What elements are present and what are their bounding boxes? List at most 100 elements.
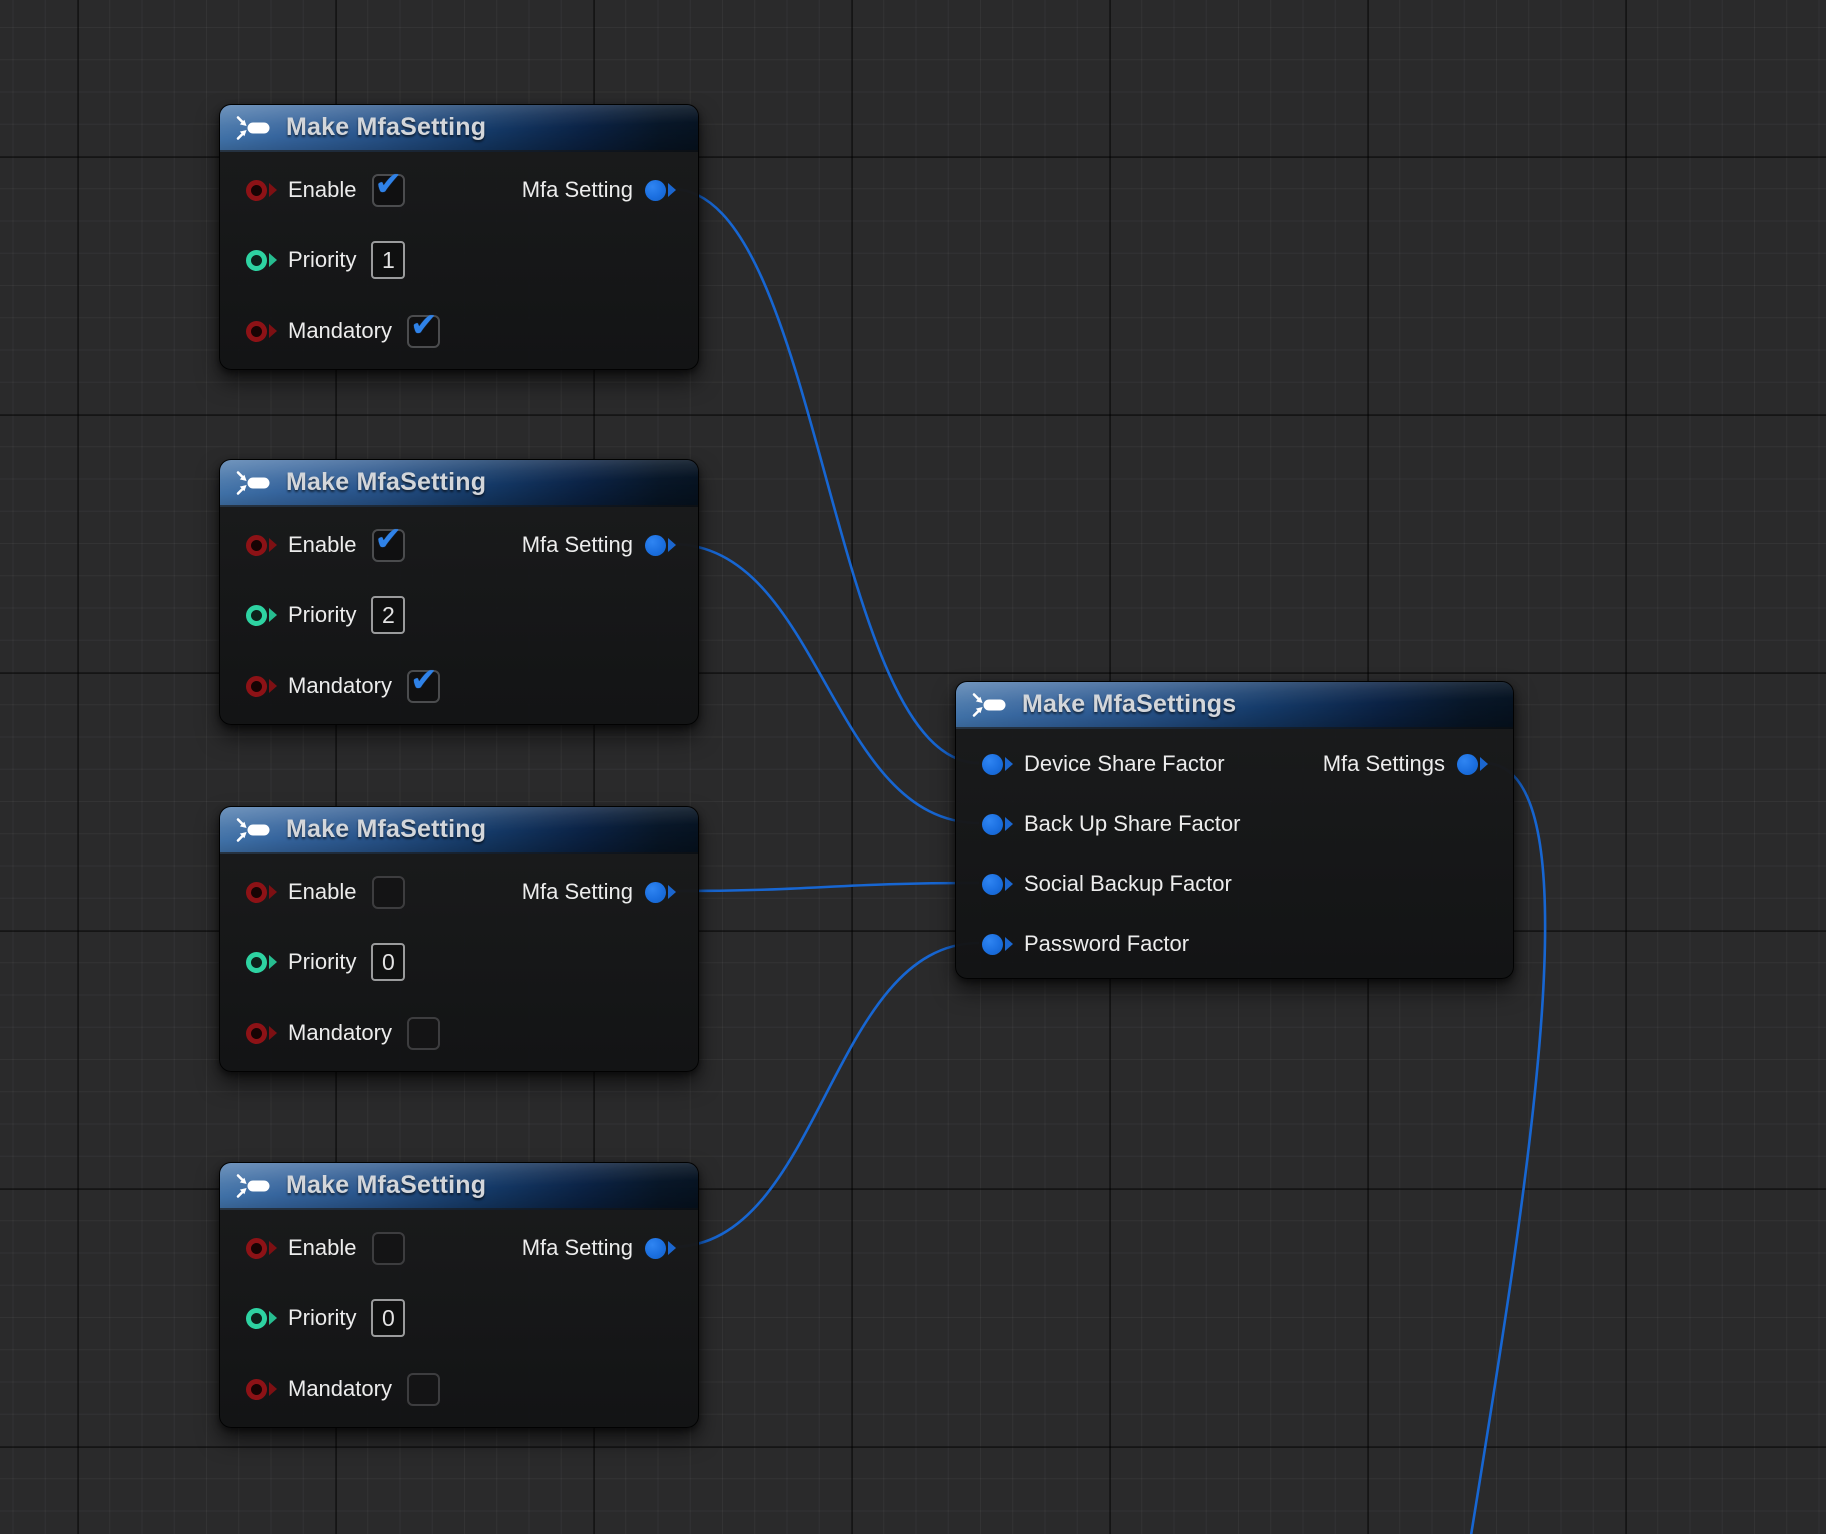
mandatory-pin[interactable] xyxy=(246,1023,276,1044)
node-header[interactable]: Make MfaSetting xyxy=(220,807,698,854)
pin-label-mfa-settings: Mfa Settings xyxy=(1323,751,1445,777)
wire-n3-mfa-setting[interactable] xyxy=(672,883,979,891)
blueprint-graph-canvas[interactable]: Make MfaSettingEnable✔Priority1Mandatory… xyxy=(0,0,1826,1534)
priority-input[interactable]: 0 xyxy=(371,943,405,981)
enable-checkbox[interactable]: ✔ xyxy=(372,174,405,207)
input-row-social-backup-factor: Social Backup Factor xyxy=(982,867,1232,901)
node-make-mfasetting-n4[interactable]: Make MfaSettingEnable✔Priority0Mandatory… xyxy=(219,1162,699,1428)
wire-n1-mfa-setting[interactable] xyxy=(672,189,979,763)
input-row-device-share-factor: Device Share Factor xyxy=(982,747,1225,781)
priority-input[interactable]: 2 xyxy=(371,596,405,634)
pin-label-enable: Enable xyxy=(288,177,357,203)
input-row-priority: Priority 0 xyxy=(246,945,405,979)
mandatory-checkbox[interactable]: ✔ xyxy=(407,1373,440,1406)
priority-input[interactable]: 1 xyxy=(371,241,405,279)
social-backup-factor-pin[interactable] xyxy=(982,874,1012,895)
input-row-priority: Priority2 xyxy=(246,598,405,632)
checkmark-icon: ✔ xyxy=(410,663,438,696)
input-row-priority: Priority1 xyxy=(246,243,405,277)
pin-circle xyxy=(246,952,267,973)
mandatory-pin[interactable] xyxy=(246,676,276,697)
pin-chevron-icon xyxy=(668,885,676,899)
pin-circle xyxy=(645,882,666,903)
enable-checkbox[interactable]: ✔ xyxy=(372,876,405,909)
checkmark-icon: ✔ xyxy=(375,522,403,555)
node-make-mfasetting-n3[interactable]: Make MfaSettingEnable✔Priority0Mandatory… xyxy=(219,806,699,1072)
mfa-setting-pin[interactable] xyxy=(645,1238,675,1259)
wire-n2-mfa-setting[interactable] xyxy=(672,544,979,823)
make-struct-icon xyxy=(235,115,273,141)
mfa-setting-pin[interactable] xyxy=(645,882,675,903)
node-make-mfasetting-n1[interactable]: Make MfaSettingEnable✔Priority1Mandatory… xyxy=(219,104,699,370)
input-row-enable: Enable ✔ xyxy=(246,173,405,207)
mfa-setting-pin[interactable] xyxy=(645,180,675,201)
pin-label-mfa-setting: Mfa Setting xyxy=(522,177,633,203)
pin-label-mfa-setting: Mfa Setting xyxy=(522,879,633,905)
pin-circle xyxy=(982,934,1003,955)
back-up-share-factor-pin[interactable] xyxy=(982,814,1012,835)
pin-circle xyxy=(246,1238,267,1259)
input-row-enable: Enable✔ xyxy=(246,875,405,909)
pin-label-mandatory: Mandatory xyxy=(288,673,392,699)
mfa-settings-pin[interactable] xyxy=(1457,754,1487,775)
node-header[interactable]: Make MfaSettings xyxy=(956,682,1513,729)
priority-pin[interactable] xyxy=(246,952,276,973)
enable-pin[interactable] xyxy=(246,535,276,556)
enable-checkbox[interactable]: ✔ xyxy=(372,1232,405,1265)
mandatory-pin[interactable] xyxy=(246,1379,276,1400)
priority-pin[interactable] xyxy=(246,605,276,626)
pin-label-enable: Enable xyxy=(288,1235,357,1261)
pin-chevron-icon xyxy=(269,324,277,338)
make-struct-icon xyxy=(235,817,273,843)
pin-chevron-icon xyxy=(269,183,277,197)
pin-chevron-icon xyxy=(269,1382,277,1396)
wire-n4-mfa-setting[interactable] xyxy=(672,943,979,1247)
pin-label-mfa-setting: Mfa Setting xyxy=(522,532,633,558)
password-factor-pin[interactable] xyxy=(982,934,1012,955)
node-make-mfasetting-n2[interactable]: Make MfaSettingEnable✔Priority2Mandatory… xyxy=(219,459,699,725)
pin-chevron-icon xyxy=(1480,757,1488,771)
make-struct-icon xyxy=(971,692,1009,718)
checkmark-icon: ✔ xyxy=(410,308,438,341)
enable-pin[interactable] xyxy=(246,882,276,903)
enable-pin[interactable] xyxy=(246,180,276,201)
pin-circle xyxy=(246,882,267,903)
pin-circle xyxy=(645,535,666,556)
pin-chevron-icon xyxy=(269,253,277,267)
mandatory-pin[interactable] xyxy=(246,321,276,342)
node-header[interactable]: Make MfaSetting xyxy=(220,1163,698,1210)
node-title: Make MfaSetting xyxy=(286,815,486,844)
mandatory-checkbox[interactable]: ✔ xyxy=(407,670,440,703)
pin-circle xyxy=(246,676,267,697)
pin-circle xyxy=(246,535,267,556)
device-share-factor-pin[interactable] xyxy=(982,754,1012,775)
input-row-enable: Enable ✔ xyxy=(246,1231,405,1265)
pin-circle xyxy=(645,180,666,201)
node-make-mfasettings-n5[interactable]: Make MfaSettings Device Share Factor Back … xyxy=(955,681,1514,979)
pin-label-device-share-factor: Device Share Factor xyxy=(1024,751,1225,777)
output-row-mfa-setting: Mfa Setting xyxy=(522,875,675,909)
pin-label-password-factor: Password Factor xyxy=(1024,931,1189,957)
priority-pin[interactable] xyxy=(246,250,276,271)
pin-label-priority: Priority xyxy=(288,949,356,975)
pin-chevron-icon xyxy=(269,538,277,552)
node-title: Make MfaSetting xyxy=(286,113,486,142)
pin-chevron-icon xyxy=(668,1241,676,1255)
pin-chevron-icon xyxy=(269,608,277,622)
make-struct-icon xyxy=(235,1173,273,1199)
node-header[interactable]: Make MfaSetting xyxy=(220,460,698,507)
mfa-setting-pin[interactable] xyxy=(645,535,675,556)
pin-chevron-icon xyxy=(668,538,676,552)
node-header[interactable]: Make MfaSetting xyxy=(220,105,698,152)
pin-circle xyxy=(246,1308,267,1329)
priority-input[interactable]: 0 xyxy=(371,1299,405,1337)
enable-checkbox[interactable]: ✔ xyxy=(372,529,405,562)
mandatory-checkbox[interactable]: ✔ xyxy=(407,1017,440,1050)
priority-pin[interactable] xyxy=(246,1308,276,1329)
input-row-back-up-share-factor: Back Up Share Factor xyxy=(982,807,1240,841)
pin-label-social-backup-factor: Social Backup Factor xyxy=(1024,871,1232,897)
enable-pin[interactable] xyxy=(246,1238,276,1259)
mandatory-checkbox[interactable]: ✔ xyxy=(407,315,440,348)
output-row-mfa-setting: Mfa Setting xyxy=(522,528,675,562)
input-row-mandatory: Mandatory✔ xyxy=(246,314,440,348)
